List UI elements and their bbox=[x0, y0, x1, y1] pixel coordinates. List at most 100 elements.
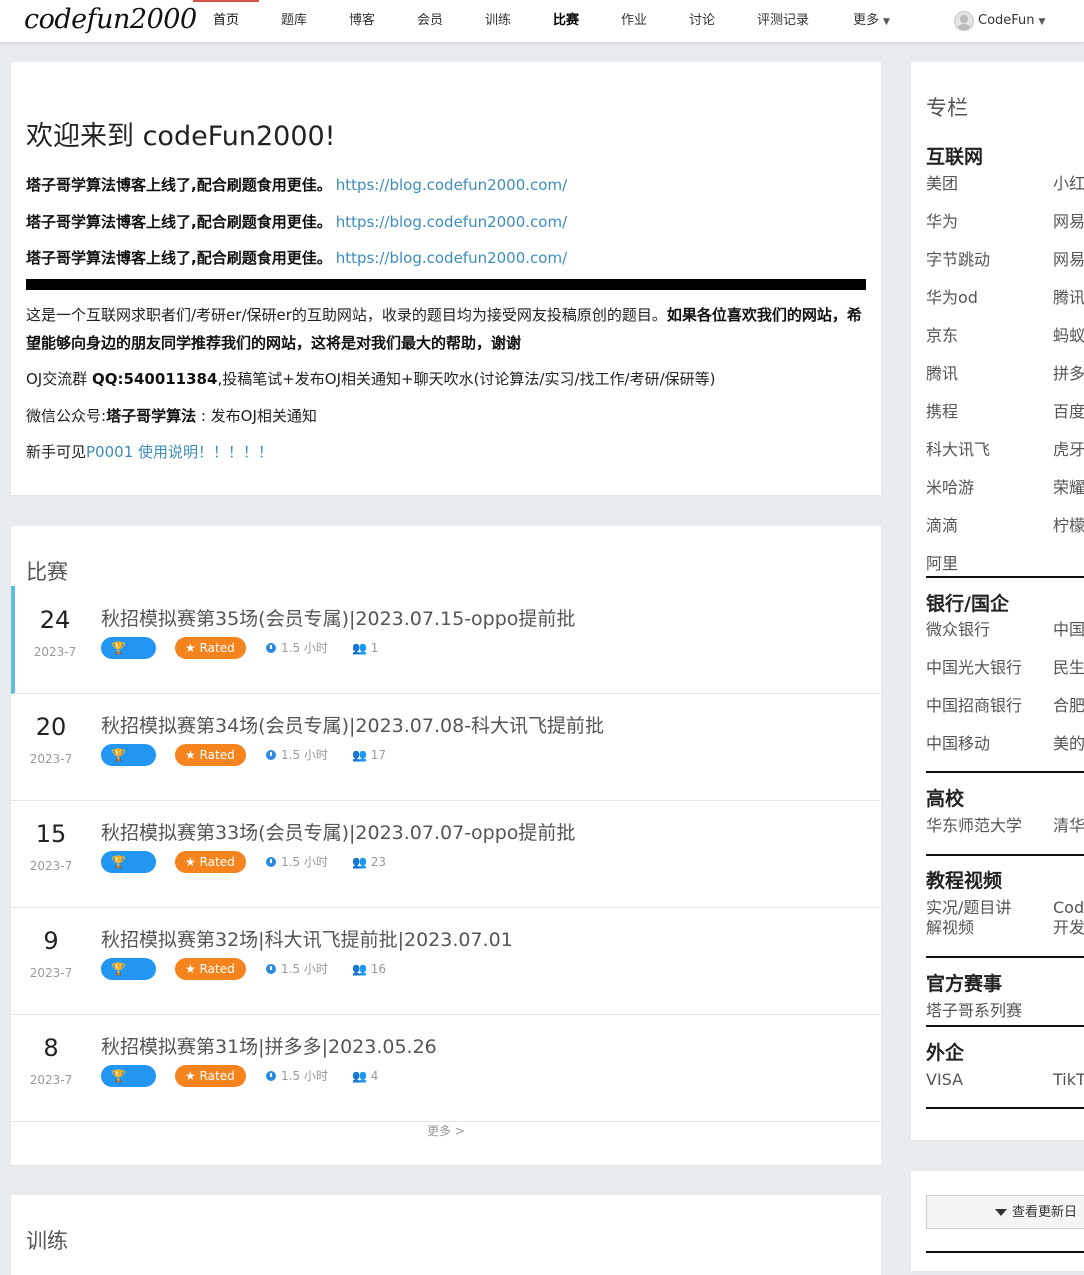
company-link[interactable]: 实况/题目讲 bbox=[926, 898, 1011, 918]
participants-count: 1 bbox=[370, 641, 379, 655]
nav-member[interactable]: 会员 bbox=[417, 0, 443, 42]
category-university: 高校 bbox=[926, 788, 965, 810]
nav-more[interactable]: 更多 ▼ bbox=[853, 0, 890, 42]
company-link[interactable]: 网易 bbox=[1053, 212, 1084, 232]
ioi-badge: 🏆 IOI bbox=[101, 744, 156, 784]
company-link[interactable]: 柠檬 bbox=[1053, 516, 1084, 536]
nav-records[interactable]: 评测记录 bbox=[757, 0, 809, 42]
nav-contest[interactable]: 比赛 bbox=[553, 0, 579, 42]
company-link[interactable]: 荣耀 bbox=[1053, 478, 1084, 498]
site-logo[interactable]: codefun2000 bbox=[24, 4, 197, 35]
contests-more-link[interactable]: 更多 > bbox=[11, 1122, 881, 1139]
category-divider bbox=[926, 956, 1084, 958]
company-link[interactable]: 中国移动 bbox=[926, 734, 990, 754]
wechat-suffix: : 发布OJ相关通知 bbox=[196, 407, 317, 425]
company-link[interactable]: Cod bbox=[1053, 898, 1084, 918]
rated-badge: ★ Rated bbox=[175, 637, 246, 659]
company-link[interactable]: 中国 bbox=[1053, 620, 1084, 640]
blog-announcement: 塔子哥学算法博客上线了,配合刷题食用更佳。 https://blog.codefu… bbox=[26, 247, 567, 268]
contest-row[interactable]: 8 2023-7 秋招模拟赛第31场|拼多多|2023.05.26 🏆 IOI … bbox=[11, 1014, 881, 1122]
participants-count: 17 bbox=[370, 748, 387, 762]
trophy-icon: 🏆 bbox=[111, 748, 126, 762]
company-link[interactable]: 拼多 bbox=[1053, 364, 1084, 384]
company-link[interactable]: 微众银行 bbox=[926, 620, 990, 640]
category-video: 教程视频 bbox=[926, 870, 1003, 892]
company-link[interactable]: 滴滴 bbox=[926, 516, 958, 536]
company-link[interactable]: 小红 bbox=[1053, 174, 1084, 194]
rated-label: Rated bbox=[199, 1069, 235, 1083]
blog-announcement: 塔子哥学算法博客上线了,配合刷题食用更佳。 https://blog.codefu… bbox=[26, 211, 567, 232]
company-link[interactable]: TikTo bbox=[1053, 1070, 1084, 1090]
company-link[interactable]: 美团 bbox=[926, 174, 958, 194]
contest-name[interactable]: 秋招模拟赛第35场(会员专属)|2023.07.15-oppo提前批 bbox=[101, 604, 575, 631]
blog-link[interactable]: https://blog.codefun2000.com/ bbox=[336, 249, 567, 267]
company-link[interactable]: 米哈游 bbox=[926, 478, 974, 498]
company-link[interactable]: 清华 bbox=[1053, 816, 1084, 836]
company-link[interactable]: 塔子哥系列赛 bbox=[926, 1001, 1022, 1021]
nav-discuss[interactable]: 讨论 bbox=[689, 0, 715, 42]
contest-name[interactable]: 秋招模拟赛第32场|科大讯飞提前批|2023.07.01 bbox=[101, 925, 513, 952]
participants-count: 16 bbox=[370, 962, 387, 976]
company-link[interactable]: 中国招商银行 bbox=[926, 696, 1022, 716]
company-link[interactable]: 开发 bbox=[1053, 918, 1084, 938]
participants-count: 4 bbox=[370, 1069, 379, 1083]
company-link[interactable]: 解视频 bbox=[926, 918, 974, 938]
company-link[interactable]: 腾讯 bbox=[1053, 288, 1084, 308]
updates-card: 查看更新日 bbox=[911, 1171, 1084, 1271]
duration-text: 1.5 小时 bbox=[281, 962, 328, 976]
category-divider bbox=[926, 771, 1084, 773]
company-link[interactable]: 京东 bbox=[926, 326, 958, 346]
company-link[interactable]: 中国光大银行 bbox=[926, 658, 1022, 678]
company-link[interactable]: 字节跳动 bbox=[926, 250, 990, 270]
contest-name[interactable]: 秋招模拟赛第34场(会员专属)|2023.07.08-科大讯飞提前批 bbox=[101, 711, 604, 738]
trophy-icon: 🏆 bbox=[111, 641, 126, 655]
nav-homework[interactable]: 作业 bbox=[621, 0, 647, 42]
view-updates-button[interactable]: 查看更新日 bbox=[926, 1195, 1084, 1229]
company-link[interactable]: 蚂蚁 bbox=[1053, 326, 1084, 346]
contest-row[interactable]: 20 2023-7 秋招模拟赛第34场(会员专属)|2023.07.08-科大讯… bbox=[11, 693, 881, 801]
company-link[interactable]: 虎牙 bbox=[1053, 440, 1084, 460]
contest-duration: 1.5 小时 bbox=[266, 1065, 328, 1087]
blog-link[interactable]: https://blog.codefun2000.com/ bbox=[336, 213, 567, 231]
newbie-guide-link[interactable]: P0001 使用说明！！！！！ bbox=[86, 443, 273, 461]
contest-name[interactable]: 秋招模拟赛第31场|拼多多|2023.05.26 bbox=[101, 1032, 437, 1059]
contest-row[interactable]: 9 2023-7 秋招模拟赛第32场|科大讯飞提前批|2023.07.01 🏆 … bbox=[11, 907, 881, 1015]
rated-label: Rated bbox=[199, 855, 235, 869]
company-link[interactable]: 阿里 bbox=[926, 554, 958, 574]
company-link[interactable]: 合肥 bbox=[1053, 696, 1084, 716]
ioi-badge: 🏆 IOI bbox=[101, 1065, 156, 1105]
contest-duration: 1.5 小时 bbox=[266, 958, 328, 980]
qq-number: QQ:540011384 bbox=[92, 370, 218, 388]
company-link[interactable]: 网易 bbox=[1053, 250, 1084, 270]
ioi-label: IOI bbox=[111, 770, 128, 784]
users-icon: 👥 bbox=[352, 748, 367, 762]
nav-blog[interactable]: 博客 bbox=[349, 0, 375, 42]
company-link[interactable]: 科大讯飞 bbox=[926, 440, 990, 460]
nav-home[interactable]: 首页 bbox=[192, 0, 260, 42]
company-link[interactable]: 华为od bbox=[926, 288, 978, 308]
user-menu[interactable]: CodeFun ▼ bbox=[954, 0, 1045, 42]
blog-link[interactable]: https://blog.codefun2000.com/ bbox=[336, 176, 567, 194]
company-link[interactable]: 华为 bbox=[926, 212, 958, 232]
chevron-down-icon: ▼ bbox=[1038, 17, 1046, 27]
company-link[interactable]: 携程 bbox=[926, 402, 958, 422]
contest-row[interactable]: 15 2023-7 秋招模拟赛第33场(会员专属)|2023.07.07-opp… bbox=[11, 800, 881, 908]
contest-name[interactable]: 秋招模拟赛第33场(会员专属)|2023.07.07-oppo提前批 bbox=[101, 818, 575, 845]
nav-training[interactable]: 训练 bbox=[485, 0, 511, 42]
divider-bar bbox=[26, 279, 866, 290]
contest-participants: 👥 17 bbox=[352, 744, 386, 766]
company-link[interactable]: 百度 bbox=[1053, 402, 1084, 422]
company-link[interactable]: 民生 bbox=[1053, 658, 1084, 678]
company-link[interactable]: 腾讯 bbox=[926, 364, 958, 384]
contest-row[interactable]: 24 2023-7 秋招模拟赛第35场(会员专属)|2023.07.15-opp… bbox=[11, 586, 881, 694]
trophy-icon: 🏆 bbox=[111, 1069, 126, 1083]
star-icon: ★ bbox=[185, 748, 196, 762]
nav-problems[interactable]: 题库 bbox=[281, 0, 307, 42]
company-link[interactable]: 美的 bbox=[1053, 734, 1084, 754]
category-foreign: 外企 bbox=[926, 1042, 965, 1064]
wechat-account: 塔子哥学算法 bbox=[106, 407, 197, 425]
contest-duration: 1.5 小时 bbox=[266, 744, 328, 766]
company-link[interactable]: 华东师范大学 bbox=[926, 816, 1022, 836]
company-link[interactable]: VISA bbox=[926, 1070, 963, 1090]
site-intro: 这是一个互联网求职者们/考研er/保研er的互助网站，收录的题目均为接受网友投稿… bbox=[26, 301, 871, 357]
